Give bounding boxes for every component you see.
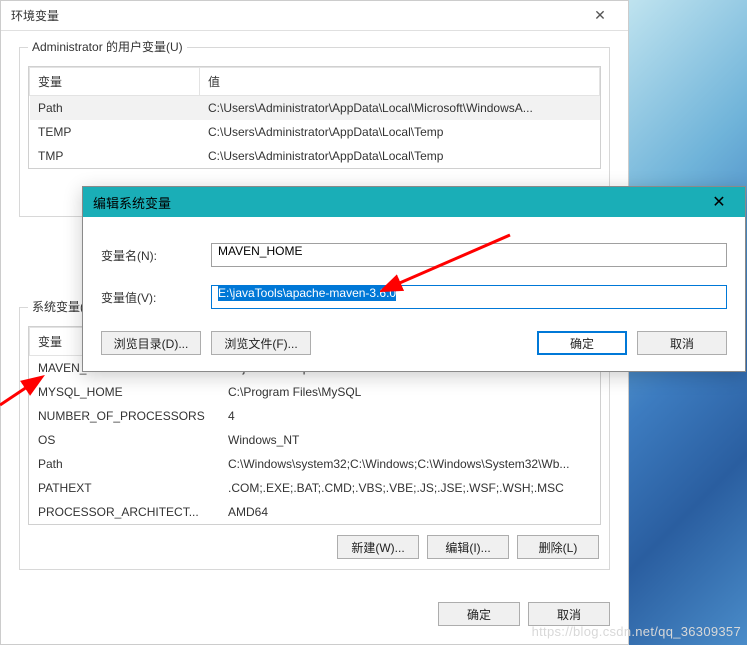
ok-button[interactable]: 确定	[537, 331, 627, 355]
col-header-val[interactable]: 值	[200, 68, 600, 96]
delete-button[interactable]: 删除(L)	[517, 535, 599, 559]
close-icon[interactable]: ✕	[699, 187, 739, 217]
table-row[interactable]: PATHEXT.COM;.EXE;.BAT;.CMD;.VBS;.VBE;.JS…	[30, 476, 600, 500]
var-name-label: 变量名(N):	[101, 247, 211, 264]
table-row[interactable]: Path C:\Users\Administrator\AppData\Loca…	[30, 96, 600, 121]
var-value-label: 变量值(V):	[101, 289, 211, 306]
close-icon[interactable]: ✕	[580, 1, 620, 31]
table-row[interactable]: MYSQL_HOMEC:\Program Files\MySQL	[30, 380, 600, 404]
var-name-input[interactable]: MAVEN_HOME	[211, 243, 727, 267]
table-row[interactable]: TMP C:\Users\Administrator\AppData\Local…	[30, 144, 600, 168]
user-vars-table[interactable]: 变量 值 Path C:\Users\Administrator\AppData…	[29, 67, 600, 168]
ok-button[interactable]: 确定	[438, 602, 520, 626]
edit-button[interactable]: 编辑(I)...	[427, 535, 509, 559]
edit-dialog-title: 编辑系统变量	[93, 193, 171, 212]
user-vars-legend: Administrator 的用户变量(U)	[28, 38, 187, 55]
new-button[interactable]: 新建(W)...	[337, 535, 419, 559]
table-row[interactable]: PROCESSOR_ARCHITECT...AMD64	[30, 500, 600, 524]
edit-sys-var-dialog: 编辑系统变量 ✕ 变量名(N): MAVEN_HOME 变量值(V): E:\j…	[82, 186, 746, 372]
edit-dialog-titlebar: 编辑系统变量 ✕	[83, 187, 745, 217]
table-row[interactable]: OSWindows_NT	[30, 428, 600, 452]
window-title: 环境变量	[11, 7, 59, 24]
table-row[interactable]: TEMP C:\Users\Administrator\AppData\Loca…	[30, 120, 600, 144]
col-header-var[interactable]: 变量	[30, 68, 200, 96]
browse-dir-button[interactable]: 浏览目录(D)...	[101, 331, 201, 355]
browse-file-button[interactable]: 浏览文件(F)...	[211, 331, 311, 355]
cancel-button[interactable]: 取消	[637, 331, 727, 355]
var-value-input[interactable]: E:\javaTools\apache-maven-3.6.0	[211, 285, 727, 309]
table-row[interactable]: NUMBER_OF_PROCESSORS4	[30, 404, 600, 428]
titlebar: 环境变量 ✕	[1, 1, 628, 31]
watermark: https://blog.csdn.net/qq_36309357	[532, 624, 741, 639]
cancel-button[interactable]: 取消	[528, 602, 610, 626]
table-row[interactable]: PathC:\Windows\system32;C:\Windows;C:\Wi…	[30, 452, 600, 476]
